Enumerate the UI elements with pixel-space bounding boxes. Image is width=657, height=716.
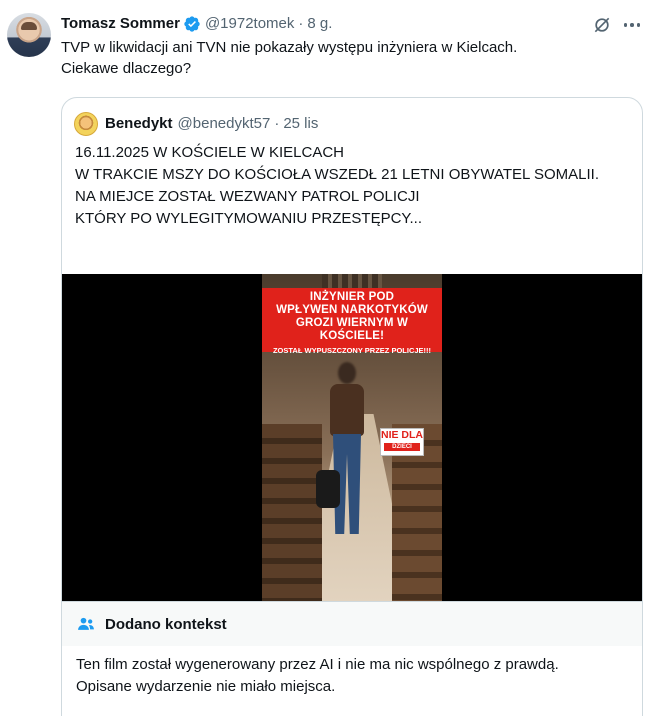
quoted-author-name: Benedykt — [105, 115, 173, 132]
verified-badge-icon — [184, 16, 200, 32]
author-avatar[interactable] — [7, 13, 51, 57]
sticker-sub: DZIECI — [384, 443, 420, 451]
sticker-main: NIE DLA — [381, 429, 423, 441]
banner-title: INŻYNIER POD WPŁYWEN NARKOTYKÓW GROZI WI… — [276, 291, 428, 342]
author-handle[interactable]: @1972tomek — [205, 14, 294, 34]
separator-dot: · — [298, 15, 304, 32]
banner-subtitle: ZOSTAŁ WYPUSZCZONY PRZEZ POLICJE!!! — [272, 346, 432, 355]
person-figure — [316, 362, 370, 547]
quoted-tweet[interactable]: Benedykt @benedykt57 · 25 lis 16.11.2025… — [61, 97, 643, 716]
people-icon — [78, 617, 94, 630]
author-name[interactable]: Tomasz Sommer — [61, 14, 180, 34]
age-warning-sticker: NIE DLA DZIECI — [380, 428, 424, 456]
quoted-author-handle: @benedykt57 — [177, 115, 271, 132]
quoted-tweet-time: 25 lis — [283, 115, 319, 132]
community-note-header: Dodano kontekst — [62, 602, 642, 646]
tweet-text: TVP w likwidacji ani TVN nie pokazały wy… — [61, 39, 518, 77]
community-note-text: Ten film został wygenerowany przez AI i … — [76, 656, 559, 695]
quoted-tweet-header: Benedykt @benedykt57 · 25 lis — [74, 112, 318, 136]
tweet-header: Tomasz Sommer @1972tomek · 8 g. — [61, 14, 332, 34]
grok-icon[interactable] — [592, 15, 612, 35]
quoted-author-avatar — [74, 112, 98, 136]
video-player[interactable]: INŻYNIER POD WPŁYWEN NARKOTYKÓW GROZI WI… — [62, 274, 642, 601]
quoted-tweet-text: 16.11.2025 W KOŚCIELE W KIELCACH W TRAKC… — [75, 144, 600, 227]
tweet-time[interactable]: 8 g. — [307, 14, 332, 34]
separator-dot: · — [274, 115, 280, 132]
more-icon[interactable] — [622, 15, 642, 35]
video-thumbnail: INŻYNIER POD WPŁYWEN NARKOTYKÓW GROZI WI… — [262, 274, 442, 601]
video-banner: INŻYNIER POD WPŁYWEN NARKOTYKÓW GROZI WI… — [262, 288, 442, 355]
community-note-label: Dodano kontekst — [105, 615, 227, 633]
